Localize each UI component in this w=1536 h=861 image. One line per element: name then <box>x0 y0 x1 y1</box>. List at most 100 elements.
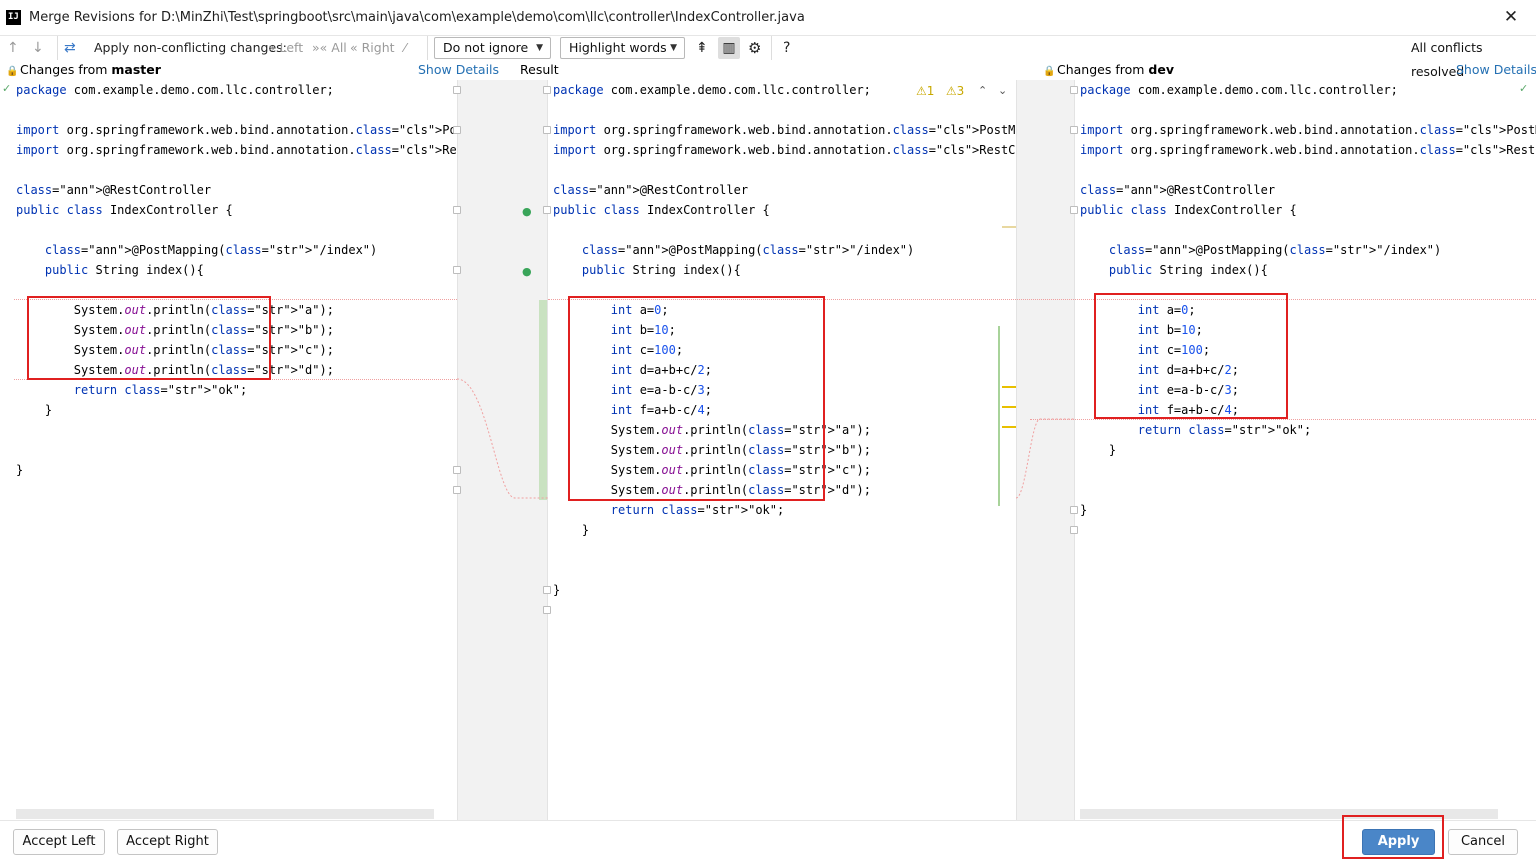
highlight-box-result <box>568 296 825 501</box>
apply-left-label: Left <box>279 40 304 55</box>
code-line[interactable]: import org.springframework.web.bind.anno… <box>1080 120 1536 140</box>
toolbar-divider <box>57 36 58 60</box>
diff-boundary-line <box>1030 419 1536 420</box>
fold-marker[interactable] <box>453 266 461 274</box>
ignore-select-value: Do not ignore <box>443 40 529 55</box>
right-show-details-link[interactable]: Show Details <box>1456 60 1536 80</box>
resolve-magic-icon[interactable]: ⇄ <box>64 36 76 60</box>
conflicts-status: All conflicts resolved <box>1411 40 1483 79</box>
magic-wand-icon[interactable]: ⁄ <box>404 36 406 60</box>
code-line[interactable]: public class IndexController { <box>553 200 770 220</box>
code-line[interactable]: class="ann">@PostMapping(class="str">"/i… <box>1080 240 1441 260</box>
next-change-icon[interactable]: ↓ <box>32 36 44 60</box>
sync-scroll-icon[interactable]: ▥ <box>718 37 740 59</box>
fold-marker[interactable] <box>453 86 461 94</box>
warnings-count: ⚠1 ⚠3 <box>916 84 964 98</box>
code-line[interactable]: public class IndexController { <box>16 200 233 220</box>
lock-icon: 🔒 <box>1043 66 1056 77</box>
code-line[interactable]: } <box>553 520 589 540</box>
left-show-details-link[interactable]: Show Details <box>418 60 499 80</box>
code-line[interactable]: package com.example.demo.com.llc.control… <box>1080 80 1398 100</box>
apply-right-button[interactable]: « Right <box>350 36 395 60</box>
apply-all-button[interactable]: »« All <box>312 36 347 60</box>
code-line[interactable]: class="ann">@PostMapping(class="str">"/i… <box>553 240 914 260</box>
fold-marker[interactable] <box>1070 206 1078 214</box>
left-editor-pane[interactable]: ✓ package com.example.demo.com.llc.contr… <box>0 80 457 820</box>
fold-marker[interactable] <box>453 126 461 134</box>
code-line[interactable]: public String index(){ <box>16 260 204 280</box>
code-line[interactable]: return class="str">"ok"; <box>553 500 784 520</box>
cancel-button[interactable]: Cancel <box>1448 829 1518 855</box>
highlight-box-left <box>27 296 271 380</box>
ignore-whitespace-select[interactable]: Do not ignore ▼ <box>434 37 551 59</box>
code-line[interactable]: import org.springframework.web.bind.anno… <box>16 140 457 160</box>
scroll-change-marker <box>998 326 1000 506</box>
code-line[interactable]: } <box>553 580 560 600</box>
chevron-up-icon[interactable]: ⌃ <box>978 84 987 97</box>
fold-marker[interactable] <box>543 86 551 94</box>
fold-marker[interactable] <box>1070 126 1078 134</box>
toolbar: ↑ ↓ ⇄ Apply non-conflicting changes: » L… <box>0 36 1536 79</box>
spring-bean-icon: ● <box>522 205 532 218</box>
code-line[interactable]: import org.springframework.web.bind.anno… <box>1080 140 1536 160</box>
code-line[interactable]: } <box>1080 500 1087 520</box>
toolbar-divider <box>771 36 772 60</box>
code-line[interactable]: class="ann">@RestController <box>16 180 211 200</box>
apply-all-label: All <box>331 40 347 55</box>
previous-change-icon[interactable]: ↑ <box>7 36 19 60</box>
left-branch-name: master <box>111 62 161 77</box>
code-line[interactable]: class="ann">@RestController <box>553 180 748 200</box>
diff-connector <box>457 378 548 499</box>
code-line[interactable]: } <box>1080 440 1116 460</box>
gear-icon[interactable]: ⚙ <box>748 36 761 60</box>
highlight-words-select[interactable]: Highlight words ▼ <box>560 37 685 59</box>
right-editor-pane[interactable]: ✓ package com.example.demo.com.llc.contr… <box>1075 80 1536 820</box>
lock-icon: 🔒 <box>6 66 19 77</box>
close-icon[interactable]: ✕ <box>1501 7 1521 27</box>
check-icon: ✓ <box>1519 82 1529 95</box>
code-line[interactable]: import org.springframework.web.bind.anno… <box>553 120 1016 140</box>
code-line[interactable]: public String index(){ <box>1080 260 1268 280</box>
code-line[interactable]: return class="str">"ok"; <box>1080 420 1311 440</box>
code-line[interactable]: class="ann">@RestController <box>1080 180 1275 200</box>
fold-marker[interactable] <box>1070 86 1078 94</box>
title-bar: IJ Merge Revisions for D:\MinZhi\Test\sp… <box>0 0 1536 36</box>
fold-marker[interactable] <box>1070 506 1078 514</box>
fold-marker[interactable] <box>543 586 551 594</box>
help-icon[interactable]: ? <box>783 36 790 60</box>
code-line[interactable]: } <box>16 460 23 480</box>
left-pane-header: 🔒 Changes from master <box>6 60 161 80</box>
code-line[interactable]: public String index(){ <box>553 260 741 280</box>
code-line[interactable]: package com.example.demo.com.llc.control… <box>553 80 871 100</box>
code-line[interactable]: } <box>16 400 52 420</box>
highlight-box-right <box>1094 293 1288 419</box>
left-horizontal-scrollbar[interactable] <box>16 809 434 819</box>
intellij-logo-icon: IJ <box>6 10 21 25</box>
scroll-marker <box>1002 226 1016 228</box>
diff-connector <box>1016 418 1074 499</box>
apply-button[interactable]: Apply <box>1362 829 1435 855</box>
right-header-prefix: Changes from <box>1056 62 1149 77</box>
fold-marker[interactable] <box>543 606 551 614</box>
code-line[interactable]: import org.springframework.web.bind.anno… <box>553 140 1016 160</box>
scroll-marker <box>1002 386 1016 388</box>
fold-marker[interactable] <box>543 126 551 134</box>
spring-mapping-icon: ● <box>522 265 532 278</box>
chevron-down-icon[interactable]: ⌄ <box>998 84 1007 97</box>
code-line[interactable]: import org.springframework.web.bind.anno… <box>16 120 457 140</box>
collapse-unchanged-icon[interactable]: ⇞ <box>696 36 708 60</box>
fold-marker[interactable] <box>453 206 461 214</box>
code-line[interactable]: class="ann">@PostMapping(class="str">"/i… <box>16 240 377 260</box>
apply-left-button[interactable]: » Left <box>268 36 303 60</box>
fold-marker[interactable] <box>543 206 551 214</box>
result-pane-header: Result <box>520 62 559 77</box>
accept-left-button[interactable]: Accept Left <box>13 829 105 855</box>
accept-right-button[interactable]: Accept Right <box>117 829 218 855</box>
left-header-prefix: Changes from <box>19 62 112 77</box>
bottom-button-bar <box>0 820 1536 861</box>
code-line[interactable]: return class="str">"ok"; <box>16 380 247 400</box>
code-line[interactable]: package com.example.demo.com.llc.control… <box>16 80 334 100</box>
code-line[interactable]: public class IndexController { <box>1080 200 1297 220</box>
fold-marker[interactable] <box>1070 526 1078 534</box>
scroll-marker <box>1002 406 1016 408</box>
